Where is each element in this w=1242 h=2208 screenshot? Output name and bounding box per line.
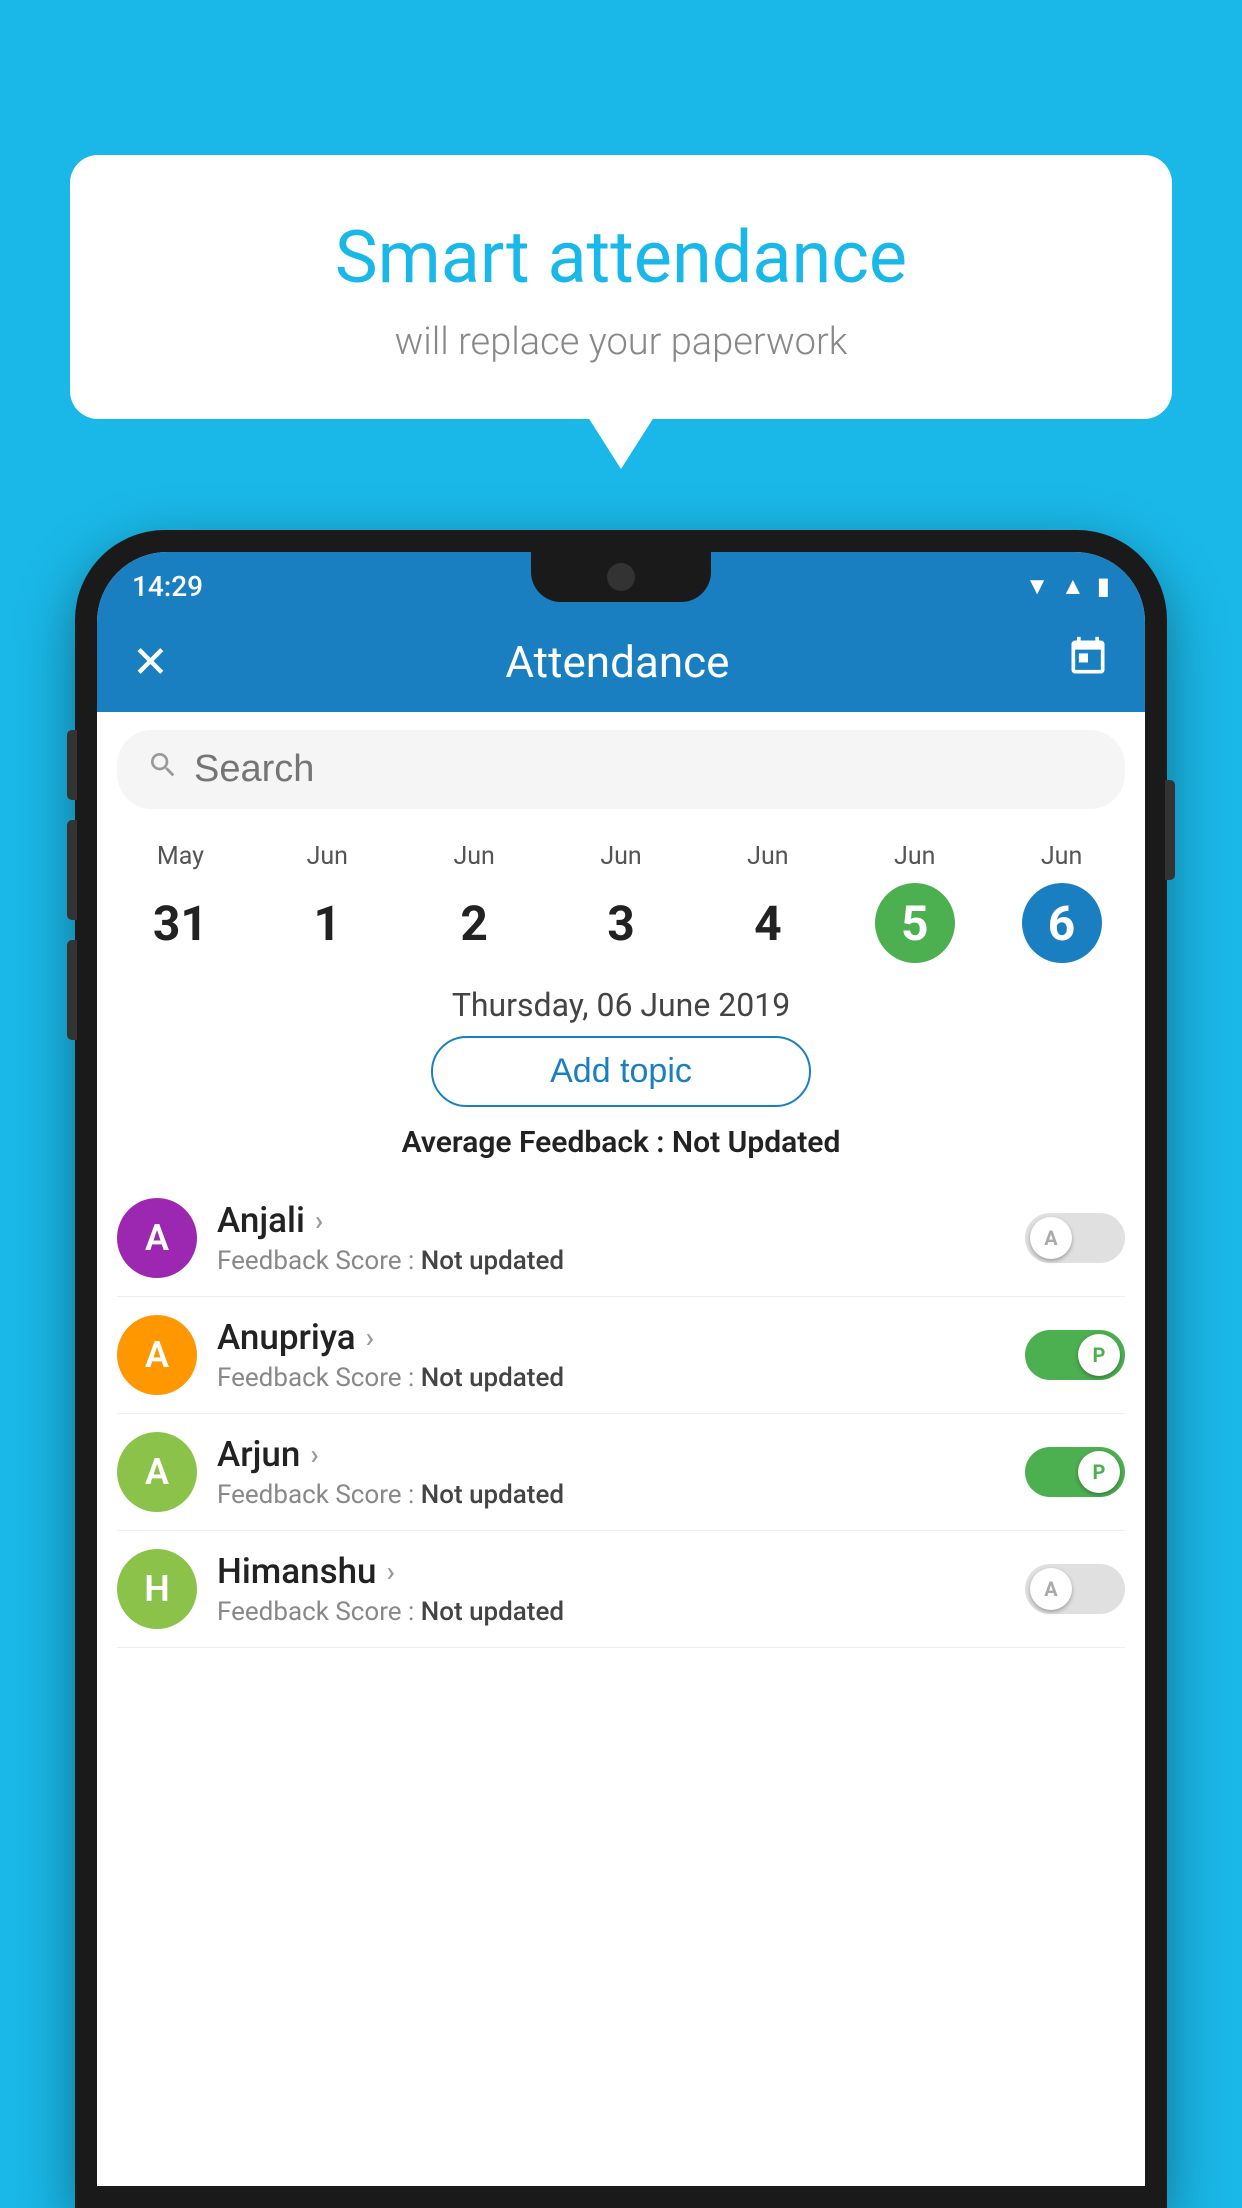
speech-bubble-title: Smart attendance (120, 215, 1122, 300)
avatar: A (117, 1432, 197, 1512)
chevron-right-icon: › (366, 1321, 374, 1354)
calendar-day[interactable]: Jun5 (841, 842, 988, 963)
camera-button (67, 940, 77, 1040)
search-bar[interactable] (117, 730, 1125, 809)
volume-up-button (67, 730, 77, 800)
student-feedback: Feedback Score : Not updated (217, 1480, 1025, 1510)
avatar: A (117, 1198, 197, 1278)
chevron-right-icon: › (387, 1555, 395, 1588)
speech-bubble: Smart attendance will replace your paper… (70, 155, 1172, 419)
volume-down-button (67, 820, 77, 920)
add-topic-button[interactable]: Add topic (431, 1036, 811, 1107)
power-button (1165, 780, 1175, 880)
student-name: Anjali (217, 1200, 305, 1241)
toggle-knob: P (1078, 1334, 1120, 1376)
phone-frame: 14:29 ▼ ▲ ▮ ✕ Attendance (75, 530, 1167, 2208)
student-name: Anupriya (217, 1317, 356, 1358)
attendance-toggle[interactable]: A (1025, 1213, 1125, 1263)
list-item[interactable]: A Arjun › Feedback Score : Not updated P (117, 1414, 1125, 1531)
calendar-day[interactable]: Jun6 (988, 842, 1135, 963)
list-item[interactable]: AAnjali›Feedback Score : Not updatedA (117, 1180, 1125, 1297)
wifi-icon: ▼ (1025, 572, 1049, 601)
attendance-toggle[interactable]: P (1025, 1330, 1125, 1380)
signal-icon: ▲ (1061, 572, 1085, 601)
app-bar-title: Attendance (505, 636, 729, 688)
attendance-toggle[interactable]: P (1025, 1447, 1125, 1497)
search-input[interactable] (194, 748, 1095, 791)
app-bar: ✕ Attendance (97, 612, 1145, 712)
student-feedback: Feedback Score : Not updated (217, 1246, 1025, 1276)
calendar-strip: May31Jun1Jun2Jun3Jun4Jun5Jun6 (97, 827, 1145, 968)
calendar-day[interactable]: Jun4 (694, 842, 841, 963)
student-name: Arjun (217, 1434, 300, 1475)
calendar-day[interactable]: Jun3 (548, 842, 695, 963)
chevron-right-icon: › (315, 1204, 323, 1237)
student-feedback: Feedback Score : Not updated (217, 1363, 1025, 1393)
calendar-day[interactable]: Jun2 (401, 842, 548, 963)
student-name: Himanshu (217, 1551, 377, 1592)
chevron-right-icon: › (310, 1438, 318, 1471)
list-item[interactable]: H Himanshu › Feedback Score : Not updatedA (117, 1531, 1125, 1648)
close-button[interactable]: ✕ (132, 636, 169, 688)
selected-date-label: Thursday, 06 June 2019 (97, 986, 1145, 1024)
search-icon (147, 749, 179, 790)
avg-feedback-value: Not Updated (672, 1125, 840, 1160)
avg-feedback: Average Feedback : Not Updated (97, 1125, 1145, 1160)
calendar-day[interactable]: May31 (107, 842, 254, 963)
status-time: 14:29 (132, 570, 203, 603)
list-item[interactable]: A Anupriya › Feedback Score : Not updated P (117, 1297, 1125, 1414)
attendance-toggle[interactable]: A (1025, 1564, 1125, 1614)
calendar-day[interactable]: Jun1 (254, 842, 401, 963)
speech-bubble-subtitle: will replace your paperwork (120, 320, 1122, 364)
phone-screen: 14:29 ▼ ▲ ▮ ✕ Attendance (97, 552, 1145, 2186)
status-icons: ▼ ▲ ▮ (1025, 572, 1110, 601)
calendar-button[interactable] (1066, 635, 1110, 689)
student-list: AAnjali›Feedback Score : Not updatedAAAn… (97, 1180, 1145, 1648)
avg-feedback-label: Average Feedback : (402, 1125, 672, 1160)
battery-icon: ▮ (1097, 572, 1110, 600)
toggle-knob: A (1030, 1568, 1072, 1610)
toggle-knob: A (1030, 1217, 1072, 1259)
speech-bubble-container: Smart attendance will replace your paper… (70, 155, 1172, 419)
phone-camera (607, 563, 635, 591)
phone-notch (531, 552, 711, 602)
toggle-knob: P (1078, 1451, 1120, 1493)
avatar: H (117, 1549, 197, 1629)
avatar: A (117, 1315, 197, 1395)
student-feedback: Feedback Score : Not updated (217, 1597, 1025, 1627)
